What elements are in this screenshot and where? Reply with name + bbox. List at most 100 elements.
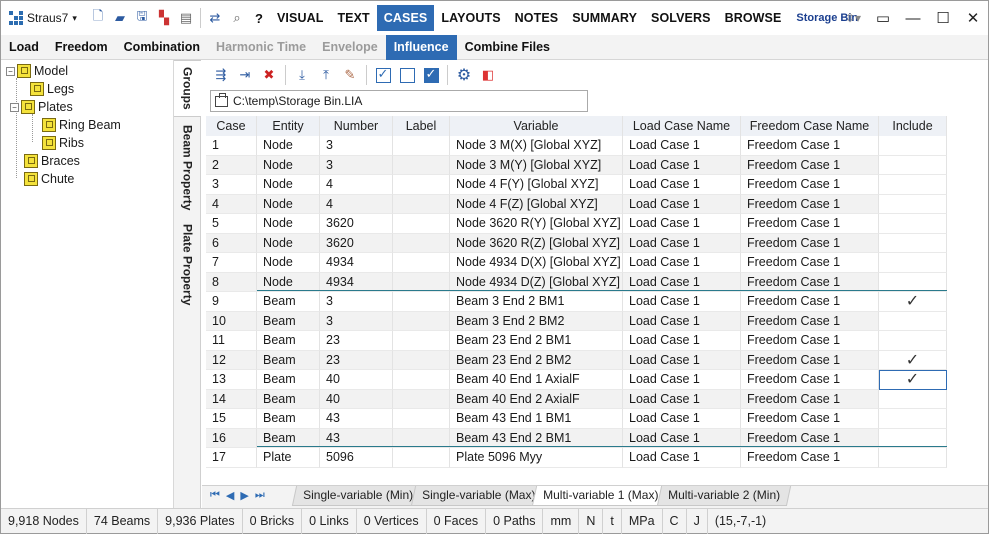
tab-combine-files[interactable]: Combine Files (457, 35, 558, 60)
sheet-tab-single-min[interactable]: Single-variable (Min) (291, 486, 425, 506)
cell-include[interactable] (879, 194, 947, 214)
col-case[interactable]: Case (206, 116, 257, 136)
next-sheet-icon[interactable]: ▶ (240, 489, 248, 502)
tree-node-plates[interactable]: − Plates (10, 98, 73, 116)
menu-cases[interactable]: CASES (376, 5, 435, 31)
side-tab-groups[interactable]: Groups (174, 60, 201, 117)
cell-include[interactable] (879, 448, 947, 468)
tab-combination[interactable]: Combination (116, 35, 208, 60)
cell-include[interactable]: ✓ (879, 350, 947, 370)
table-row[interactable]: 5 Node 3620 Node 3620 R(Y) [Global XYZ] Load… (206, 214, 947, 234)
table-row[interactable]: 2 Node 3 Node 3 M(Y) [Global XYZ] Load Case … (206, 155, 947, 175)
report-icon[interactable]: ▤ (175, 7, 197, 29)
tree-node-ring-beam[interactable]: Ring Beam (42, 116, 121, 134)
tab-influence[interactable]: Influence (385, 34, 457, 60)
maximize-icon[interactable]: ☐ (928, 9, 958, 27)
table-row[interactable]: 17 Plate 5096 Plate 5096 Myy Load Case 1 Free… (206, 448, 947, 468)
sheet-tab-single-max[interactable]: Single-variable (Max) (410, 486, 547, 506)
tab-load[interactable]: Load (1, 35, 47, 60)
table-row[interactable]: 4 Node 4 Node 4 F(Z) [Global XYZ] Load Case … (206, 194, 947, 214)
unit-length[interactable]: mm (543, 508, 580, 534)
menu-notes[interactable]: NOTES (508, 5, 566, 31)
side-tab-plate-property[interactable]: Plate Property (174, 220, 201, 310)
table-row[interactable]: 10 Beam 3 Beam 3 End 2 BM2 Load Case 1 Freedo… (206, 311, 947, 331)
layout-toggle-icon[interactable]: ⇳▾ (838, 11, 868, 25)
last-sheet-icon[interactable]: ⏭ (255, 489, 265, 502)
table-row[interactable]: 13 Beam 40 Beam 40 End 1 AxialF Load Case 1F… (206, 370, 947, 390)
cell-include[interactable]: ✓ (879, 292, 947, 312)
tree-node-model[interactable]: − Model (6, 62, 68, 80)
table-row[interactable]: 14 Beam 40 Beam 40 End 2 AxialF Load Case 1F… (206, 389, 947, 409)
sheet-tab-multi-2-min[interactable]: Multi-variable 2 (Min) (656, 486, 792, 506)
tab-freedom[interactable]: Freedom (47, 35, 116, 60)
save-icon[interactable]: 🖫 (131, 7, 153, 29)
sheet-tab-multi-1-max[interactable]: Multi-variable 1 (Max) (531, 486, 670, 506)
table-row[interactable]: 6 Node 3620 Node 3620 R(Z) [Global XYZ] Load… (206, 233, 947, 253)
tree-node-chute[interactable]: Chute (24, 170, 74, 188)
table-row[interactable]: 15 Beam 43 Beam 43 End 1 BM1 Load Case 1 Free… (206, 409, 947, 429)
tree-node-braces[interactable]: Braces (24, 152, 80, 170)
model-color-icon[interactable]: ▚ (153, 7, 175, 29)
delete-variable-icon[interactable]: ✖ (258, 64, 280, 86)
col-freedom-case-name[interactable]: Freedom Case Name (741, 116, 879, 136)
new-file-icon[interactable]: 🗋 (87, 7, 109, 29)
tree-node-ribs[interactable]: Ribs (42, 134, 84, 152)
unit-stress[interactable]: MPa (622, 508, 663, 534)
menu-solvers[interactable]: SOLVERS (644, 5, 718, 31)
restore-panel-icon[interactable]: ▭ (868, 9, 898, 27)
cell-include[interactable] (879, 331, 947, 351)
edit-icon[interactable]: ✎ (339, 64, 361, 86)
move-up-icon[interactable]: ⤒ (315, 64, 337, 86)
table-row[interactable]: 7 Node 4934 Node 4934 D(X) [Global XYZ] Load… (206, 253, 947, 273)
menu-layouts[interactable]: LAYOUTS (434, 5, 507, 31)
side-tab-beam-property[interactable]: Beam Property (174, 120, 201, 215)
first-sheet-icon[interactable]: ⏮ (210, 489, 220, 502)
insert-variable-icon[interactable]: ⇥ (234, 64, 256, 86)
collapse-icon[interactable]: − (10, 102, 19, 112)
menu-browse[interactable]: BROWSE (718, 5, 789, 31)
print-preview-icon[interactable]: ⌕ (226, 7, 248, 29)
minimize-icon[interactable]: — (898, 10, 928, 27)
unit-temperature[interactable]: C (663, 508, 687, 534)
unit-energy[interactable]: J (687, 508, 708, 534)
col-number[interactable]: Number (320, 116, 393, 136)
col-label[interactable]: Label (393, 116, 450, 136)
cell-include[interactable]: ✓ (879, 370, 947, 390)
table-row[interactable]: 11 Beam 23 Beam 23 End 2 BM1 Load Case 1 Free… (206, 331, 947, 351)
unit-force[interactable]: N (579, 508, 604, 534)
cell-include[interactable] (879, 389, 947, 409)
uncheck-all-icon[interactable] (396, 64, 418, 86)
table-row[interactable]: 12 Beam 23 Beam 23 End 2 BM2 Load Case 1 Free… (206, 350, 947, 370)
help-icon[interactable]: ? (248, 7, 270, 29)
add-variable-icon[interactable]: ⇶ (210, 64, 232, 86)
cell-include[interactable] (879, 155, 947, 175)
cell-include[interactable] (879, 311, 947, 331)
app-menu[interactable]: Straus7 ▾ (1, 11, 87, 25)
menu-text[interactable]: TEXT (330, 5, 376, 31)
cell-include[interactable] (879, 253, 947, 273)
move-down-icon[interactable]: ⤓ (291, 64, 313, 86)
table-row[interactable]: 1 Node 3 Node 3 M(X) [Global XYZ] Load Case … (206, 136, 947, 156)
cell-include[interactable] (879, 136, 947, 156)
prev-sheet-icon[interactable]: ◀ (226, 489, 234, 502)
gear-icon[interactable]: ⚙ (453, 64, 475, 86)
check-all-icon[interactable] (372, 64, 394, 86)
cell-include[interactable] (879, 409, 947, 429)
solve-icon[interactable]: ◧ (477, 64, 499, 86)
check-selected-icon[interactable] (420, 64, 442, 86)
file-path-field[interactable]: C:\temp\Storage Bin.LIA (210, 90, 588, 112)
cell-include[interactable] (879, 175, 947, 195)
col-entity[interactable]: Entity (257, 116, 320, 136)
cell-include[interactable] (879, 233, 947, 253)
close-icon[interactable]: ✕ (958, 9, 988, 27)
table-row[interactable]: 3 Node 4 Node 4 F(Y) [Global XYZ] Load Case … (206, 175, 947, 195)
collapse-icon[interactable]: − (6, 66, 15, 76)
table-row[interactable]: 9 Beam 3 Beam 3 End 2 BM1 Load Case 1 Freedom… (206, 292, 947, 312)
cell-include[interactable] (879, 214, 947, 234)
col-load-case-name[interactable]: Load Case Name (623, 116, 741, 136)
open-folder-icon[interactable]: ▰ (109, 7, 131, 29)
menu-visual[interactable]: VISUAL (270, 5, 330, 31)
menu-summary[interactable]: SUMMARY (565, 5, 644, 31)
col-include[interactable]: Include (879, 116, 947, 136)
unit-mass[interactable]: t (603, 508, 622, 534)
